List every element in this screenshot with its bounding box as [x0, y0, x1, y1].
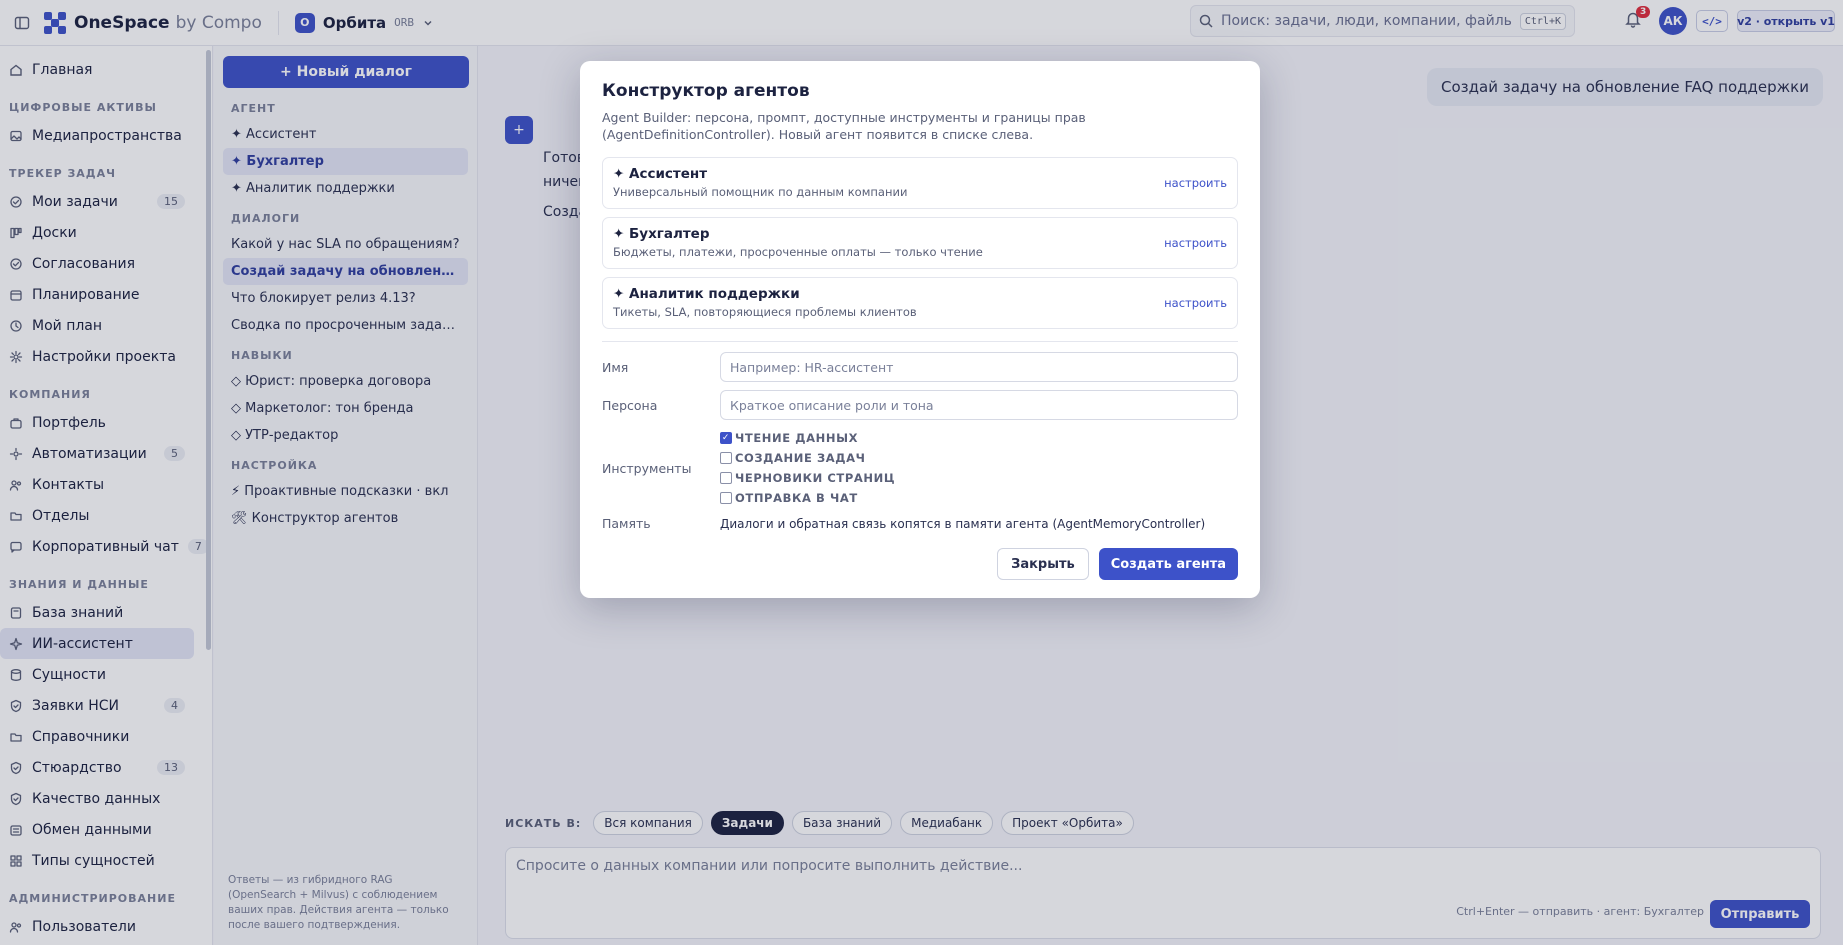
tool-checkbox[interactable]: ✓	[720, 432, 732, 444]
agent-card: ✦ Ассистент Универсальный помощник по дан…	[602, 157, 1238, 209]
tool-label: СОЗДАНИЕ ЗАДАЧ	[735, 451, 866, 465]
modal-title: Конструктор агентов	[602, 81, 810, 101]
agent-description: Бюджеты, платежи, просроченные оплаты — …	[613, 245, 983, 259]
memory-row: Память Диалоги и обратная связь копятся …	[602, 516, 1238, 531]
persona-input[interactable]: Краткое описание роли и тона	[720, 390, 1238, 420]
tool-checkbox[interactable]	[720, 452, 732, 464]
configure-agent-link[interactable]: настроить	[1164, 236, 1227, 250]
agent-description: Тикеты, SLA, повторяющиеся проблемы клие…	[613, 305, 917, 319]
persona-row: Персона Краткое описание роли и тона	[602, 390, 1238, 420]
persona-label: Персона	[602, 397, 658, 413]
tool-label: ЧЕРНОВИКИ СТРАНИЦ	[735, 471, 896, 485]
tool-option[interactable]: ЧЕРНОВИКИ СТРАНИЦ	[720, 468, 1238, 488]
tools-list: ✓ ЧТЕНИЕ ДАННЫХ СОЗДАНИЕ ЗАДАЧ ЧЕРНОВИКИ СТ…	[720, 428, 1238, 508]
agent-name: ✦ Ассистент	[613, 166, 708, 182]
divider	[602, 341, 1238, 342]
tools-label: Инструменты	[602, 460, 692, 476]
tools-row: Инструменты ✓ ЧТЕНИЕ ДАННЫХ СОЗДАНИЕ ЗАДАЧ…	[602, 428, 1238, 508]
configure-agent-link[interactable]: настроить	[1164, 296, 1227, 310]
close-button[interactable]: Закрыть	[997, 548, 1089, 580]
tool-checkbox[interactable]	[720, 472, 732, 484]
app-root: OneSpace by Compo O Орбита ORB Поиск: зад…	[0, 0, 1843, 945]
modal-description: Agent Builder: персона, промпт, доступны…	[602, 110, 1086, 142]
memory-text: Диалоги и обратная связь копятся в памят…	[720, 516, 1206, 531]
tool-option[interactable]: ОТПРАВКА В ЧАТ	[720, 488, 1238, 508]
agent-builder-modal: Конструктор агентов Agent Builder: персо…	[580, 61, 1260, 598]
name-row: Имя Например: HR-ассистент	[602, 352, 1238, 382]
agent-card: ✦ Аналитик поддержки Тикеты, SLA, повторя…	[602, 277, 1238, 329]
name-label: Имя	[602, 359, 629, 375]
tool-label: ОТПРАВКА В ЧАТ	[735, 491, 858, 505]
modal-actions: Закрыть Создать агента	[997, 548, 1238, 580]
tool-checkbox[interactable]	[720, 492, 732, 504]
agent-description: Универсальный помощник по данным компани…	[613, 185, 908, 199]
agent-card: ✦ Бухгалтер Бюджеты, платежи, просроченны…	[602, 217, 1238, 269]
name-input[interactable]: Например: HR-ассистент	[720, 352, 1238, 382]
agent-name: ✦ Аналитик поддержки	[613, 286, 800, 302]
create-agent-button[interactable]: Создать агента	[1098, 548, 1238, 580]
tool-option[interactable]: ✓ ЧТЕНИЕ ДАННЫХ	[720, 428, 1238, 448]
memory-label: Память	[602, 516, 651, 531]
agent-name: ✦ Бухгалтер	[613, 226, 710, 242]
configure-agent-link[interactable]: настроить	[1164, 176, 1227, 190]
tool-label: ЧТЕНИЕ ДАННЫХ	[735, 431, 859, 445]
tool-option[interactable]: СОЗДАНИЕ ЗАДАЧ	[720, 448, 1238, 468]
agent-cards: ✦ Ассистент Универсальный помощник по дан…	[602, 157, 1238, 329]
